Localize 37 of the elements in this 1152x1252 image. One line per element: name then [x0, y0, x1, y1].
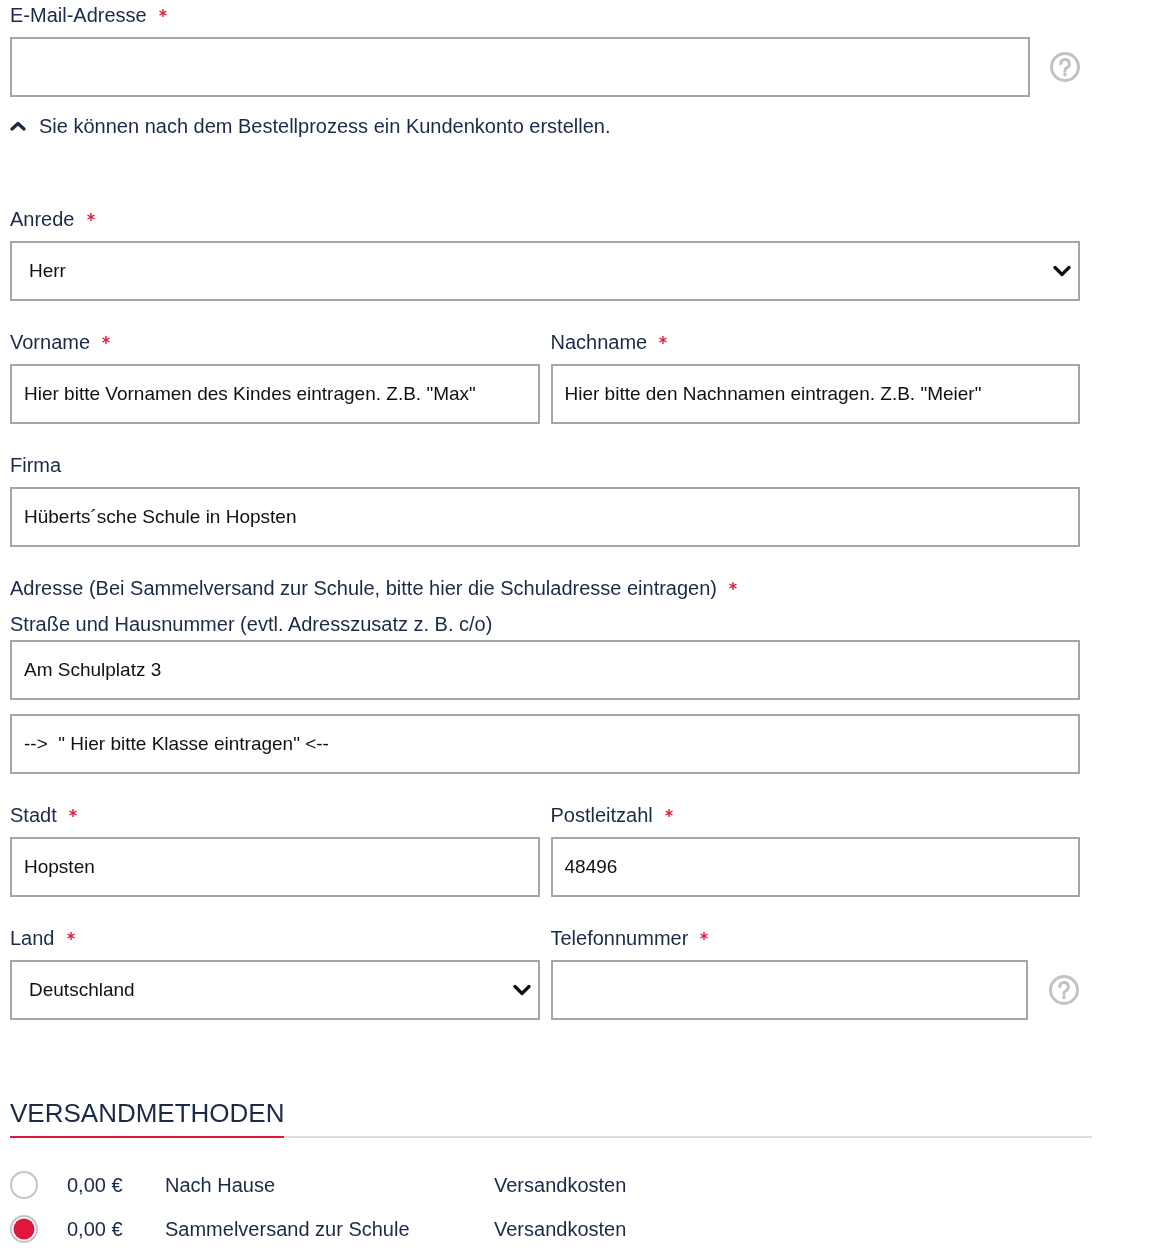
- field-label: Firma: [10, 453, 62, 477]
- input-field[interactable]: Hopsten: [10, 837, 540, 897]
- select-field[interactable]: Deutschland: [10, 960, 540, 1020]
- chevron-down-icon: [512, 984, 531, 996]
- input-field[interactable]: --> " Hier bitte Klasse eintragen" <--: [10, 714, 1080, 774]
- field-label: Telefonnummer: [550, 926, 689, 950]
- shipping-cost-label: Versandkosten: [494, 1173, 627, 1198]
- chevron-down-icon: [1053, 265, 1071, 277]
- input-field[interactable]: [550, 960, 1028, 1020]
- radio-button[interactable]: [10, 1171, 38, 1199]
- help-icon[interactable]: [1048, 975, 1079, 1005]
- chevron-up-icon[interactable]: [10, 121, 26, 131]
- input-field[interactable]: Hier bitte den Nachnamen eintragen. Z.B. "Meier": [550, 364, 1080, 424]
- input-field[interactable]: [10, 37, 1030, 97]
- field-label: Postleitzahl: [550, 803, 653, 827]
- field-sublabel: Straße und Hausnummer (evtl. Adresszusatz z. B. c/o): [10, 612, 493, 636]
- shipping-price: 0,00 €: [67, 1218, 123, 1240]
- field-label: Adresse (Bei Sammelversand zur Schule, bitte hier die Schuladresse eintragen): [10, 576, 718, 600]
- account-note: Sie können nach dem Bestellprozess ein Kundenkonto erstellen.: [39, 114, 611, 138]
- shipping-method-name: Sammelversand zur Schule: [165, 1218, 410, 1240]
- field-label: Stadt: [10, 803, 57, 827]
- select-field[interactable]: Herr: [10, 241, 1080, 301]
- help-icon[interactable]: [1050, 52, 1080, 82]
- input-field[interactable]: 48496: [550, 837, 1080, 897]
- field-label: Anrede: [10, 207, 75, 231]
- shipping-method-name: Nach Hause: [165, 1174, 276, 1196]
- field-label: Nachname: [550, 330, 648, 354]
- radio-button[interactable]: [10, 1215, 38, 1243]
- field-label: E-Mail-Adresse: [10, 3, 147, 27]
- field-label: Land: [10, 926, 55, 950]
- input-field[interactable]: Hüberts´sche Schule in Hopsten: [10, 487, 1080, 547]
- input-field[interactable]: Hier bitte Vornamen des Kindes eintragen. Z.B. "Max": [10, 364, 540, 424]
- field-label: Vorname: [10, 330, 91, 354]
- shipping-price: 0,00 €: [67, 1174, 123, 1196]
- section-heading: VERSANDMETHODEN: [10, 1098, 285, 1138]
- input-field[interactable]: Am Schulplatz 3: [10, 640, 1080, 700]
- shipping-cost-label: Versandkosten: [494, 1217, 627, 1242]
